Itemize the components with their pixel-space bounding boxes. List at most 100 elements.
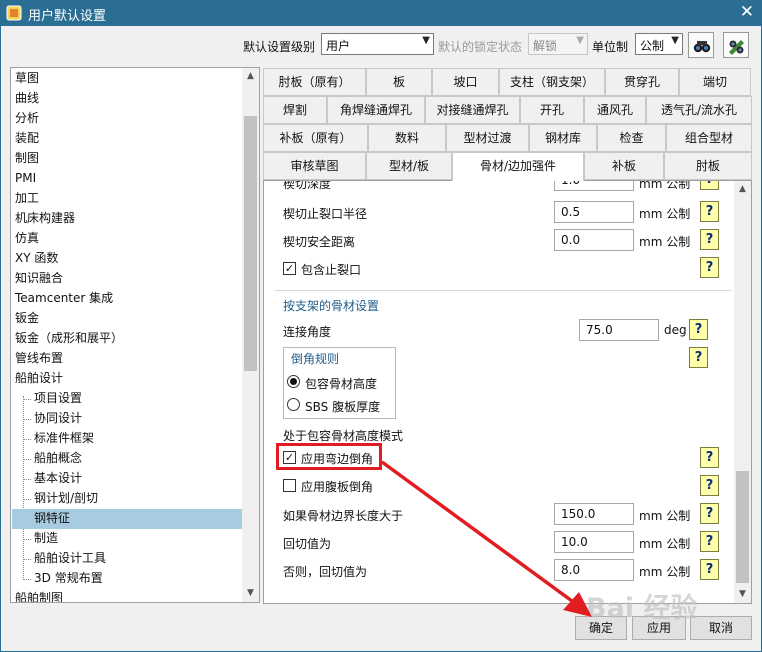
contain-height-radio[interactable] bbox=[287, 375, 300, 388]
tree-item[interactable]: 分析 bbox=[12, 109, 242, 129]
scroll-up-icon[interactable]: ▲ bbox=[242, 68, 259, 85]
tab[interactable]: 坡口 bbox=[432, 68, 499, 96]
include-relief-checkbox[interactable]: ✓ bbox=[283, 262, 296, 275]
help-icon[interactable]: ? bbox=[689, 319, 708, 340]
tab[interactable]: 对接缝通焊孔 bbox=[425, 96, 520, 124]
tree-item[interactable]: 基本设计 bbox=[12, 469, 242, 489]
connect-angle-input[interactable]: 75.0 bbox=[579, 319, 659, 341]
unit-dropdown-value: 公制 bbox=[640, 39, 665, 53]
sbs-thickness-radio[interactable] bbox=[287, 398, 300, 411]
tree-item[interactable]: 制图 bbox=[12, 149, 242, 169]
tree-item[interactable]: 曲线 bbox=[12, 89, 242, 109]
tab[interactable]: 型材/板 bbox=[366, 152, 452, 180]
tree-item[interactable]: 船舶设计 bbox=[12, 369, 242, 389]
tab[interactable]: 角焊缝通焊孔 bbox=[327, 96, 425, 124]
tab[interactable]: 组合型材 bbox=[666, 124, 752, 152]
edge-length-input[interactable]: 150.0 bbox=[554, 503, 634, 525]
cancel-button[interactable]: 取消 bbox=[690, 616, 752, 640]
lock-dropdown[interactable]: 解锁 ▼ bbox=[528, 33, 588, 55]
tab[interactable]: 肘板（原有） bbox=[263, 68, 366, 96]
tree-item[interactable]: 钢特征 bbox=[12, 509, 242, 529]
tree-item[interactable]: 钢计划/剖切 bbox=[12, 489, 242, 509]
tab[interactable]: 贯穿孔 bbox=[605, 68, 679, 96]
tab[interactable]: 肘板 bbox=[664, 152, 752, 180]
binoculars-button[interactable] bbox=[688, 32, 714, 58]
help-icon[interactable]: ? bbox=[700, 229, 719, 250]
tree-item[interactable]: 钣金（成形和展平） bbox=[12, 329, 242, 349]
tree-item[interactable]: 船舶概念 bbox=[12, 449, 242, 469]
help-icon[interactable]: ? bbox=[700, 531, 719, 552]
tab[interactable]: 型材过渡 bbox=[446, 124, 529, 152]
depth-input[interactable]: 1.0 bbox=[554, 181, 634, 191]
tab[interactable]: 焊割 bbox=[263, 96, 327, 124]
scroll-down-icon[interactable]: ▼ bbox=[242, 585, 259, 602]
tree-item[interactable]: 制造 bbox=[12, 529, 242, 549]
tab[interactable]: 检查 bbox=[597, 124, 666, 152]
tab[interactable]: 支柱（钢支架） bbox=[499, 68, 605, 96]
contain-height-label: 包容骨材高度 bbox=[305, 377, 378, 391]
help-icon[interactable]: ? bbox=[700, 447, 719, 468]
apply-web-chamfer-checkbox[interactable] bbox=[283, 479, 296, 492]
wedge-safety-unit: mm 公制 bbox=[639, 235, 691, 249]
manager-button[interactable] bbox=[723, 32, 749, 58]
ok-button[interactable]: 确定 bbox=[575, 616, 627, 640]
tree-item[interactable]: 草图 bbox=[12, 69, 242, 89]
help-icon[interactable]: ? bbox=[700, 181, 719, 190]
tree-item[interactable]: PMI bbox=[12, 169, 242, 189]
cutback-input[interactable]: 10.0 bbox=[554, 531, 634, 553]
tab[interactable]: 透气孔/流水孔 bbox=[646, 96, 752, 124]
tree-scrollbar[interactable]: ▲ ▼ bbox=[242, 68, 259, 602]
tree-item[interactable]: 协同设计 bbox=[12, 409, 242, 429]
wedge-radius-input[interactable]: 0.5 bbox=[554, 201, 634, 223]
tab[interactable]: 数料 bbox=[368, 124, 446, 152]
tree-item[interactable]: 管线布置 bbox=[12, 349, 242, 369]
connect-angle-label: 连接角度 bbox=[283, 325, 332, 339]
help-icon[interactable]: ? bbox=[700, 475, 719, 496]
unit-dropdown[interactable]: 公制 ▼ bbox=[635, 33, 683, 55]
otherwise-label: 否则，回切值为 bbox=[283, 565, 368, 579]
tab[interactable]: 补板（原有） bbox=[263, 124, 368, 152]
scroll-down-icon[interactable]: ▼ bbox=[734, 586, 751, 603]
wedge-safety-input[interactable]: 0.0 bbox=[554, 229, 634, 251]
wedge-radius-unit: mm 公制 bbox=[639, 207, 691, 221]
tab[interactable]: 端切 bbox=[679, 68, 751, 96]
scroll-up-icon[interactable]: ▲ bbox=[734, 181, 751, 198]
chevron-down-icon: ▼ bbox=[422, 35, 430, 46]
tree-item[interactable]: 装配 bbox=[12, 129, 242, 149]
tree-item[interactable]: 机床构建器 bbox=[12, 209, 242, 229]
level-dropdown[interactable]: 用户 ▼ bbox=[321, 33, 434, 55]
scroll-thumb[interactable] bbox=[244, 116, 257, 371]
connect-angle-unit: deg bbox=[664, 323, 687, 337]
help-icon[interactable]: ? bbox=[700, 201, 719, 222]
scroll-thumb[interactable] bbox=[736, 471, 749, 583]
tab[interactable]: 骨材/边加强件 bbox=[452, 152, 584, 181]
tree-item[interactable]: 加工 bbox=[12, 189, 242, 209]
tree-item[interactable]: 钣金 bbox=[12, 309, 242, 329]
tab[interactable]: 审核草图 bbox=[263, 152, 366, 180]
tree-item[interactable]: 仿真 bbox=[12, 229, 242, 249]
help-icon[interactable]: ? bbox=[700, 503, 719, 524]
tree-item[interactable]: 标准件框架 bbox=[12, 429, 242, 449]
help-icon[interactable]: ? bbox=[689, 347, 708, 368]
tree-item[interactable]: XY 函数 bbox=[12, 249, 242, 269]
help-icon[interactable]: ? bbox=[700, 559, 719, 580]
tree-item[interactable]: 船舶设计工具 bbox=[12, 549, 242, 569]
tab[interactable]: 开孔 bbox=[520, 96, 584, 124]
tree-item[interactable]: Teamcenter 集成 bbox=[12, 289, 242, 309]
apply-web-chamfer-label: 应用腹板倒角 bbox=[301, 480, 374, 494]
tree-item[interactable]: 3D 常规布置 bbox=[12, 569, 242, 589]
otherwise-input[interactable]: 8.0 bbox=[554, 559, 634, 581]
tree-item[interactable]: 项目设置 bbox=[12, 389, 242, 409]
tab[interactable]: 通风孔 bbox=[584, 96, 646, 124]
cutback-label: 回切值为 bbox=[283, 537, 332, 551]
apply-button[interactable]: 应用 bbox=[632, 616, 686, 640]
tab[interactable]: 补板 bbox=[584, 152, 664, 180]
tree-item[interactable]: 船舶制图 bbox=[12, 589, 242, 602]
tab[interactable]: 板 bbox=[366, 68, 432, 96]
help-icon[interactable]: ? bbox=[700, 257, 719, 278]
tab[interactable]: 钢材库 bbox=[529, 124, 597, 152]
chevron-down-icon: ▼ bbox=[671, 35, 679, 46]
tree-item[interactable]: 知识融合 bbox=[12, 269, 242, 289]
close-icon[interactable]: ✕ bbox=[740, 2, 754, 22]
panel-scrollbar[interactable]: ▲ ▼ bbox=[734, 181, 751, 603]
